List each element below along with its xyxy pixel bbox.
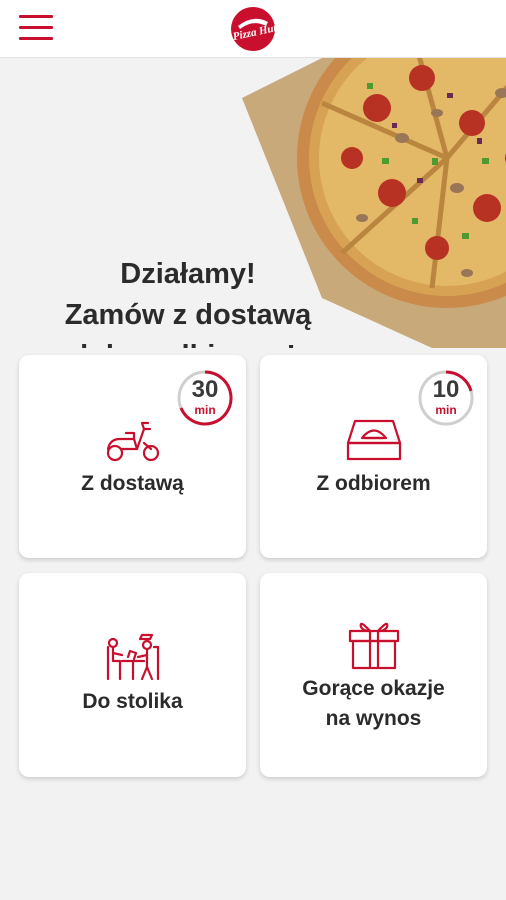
badge-value: 30 [191, 376, 219, 403]
scooter-icon [106, 421, 160, 462]
pizza-box-icon [346, 419, 402, 461]
headline-line: Działamy! [120, 258, 256, 290]
pizza-hut-logo[interactable]: Pizza Hut [230, 6, 276, 52]
table-label: Do stolika [82, 690, 183, 713]
takeaway-deals-card[interactable]: Gorące okazje na wynos [260, 573, 487, 777]
badge-value: 10 [432, 376, 460, 403]
hero-banner: Działamy! Zamów z dostawą lub z odbiorem… [0, 58, 506, 348]
gift-icon [348, 622, 400, 670]
delivery-label: Z dostawą [81, 472, 184, 495]
badge-unit: min [435, 403, 457, 417]
hero-headline: Działamy! Zamów z dostawą lub z odbiorem… [20, 254, 356, 348]
label-line: Gorące okazje [302, 677, 445, 700]
table-card[interactable]: Do stolika [19, 573, 246, 777]
delivery-time-badge: 30 min [176, 369, 234, 427]
pickup-label: Z odbiorem [316, 472, 431, 495]
label-line: na wynos [325, 707, 422, 730]
takeaway-deals-label: Gorące okazje na wynos [260, 674, 487, 734]
table-service-icon [106, 633, 160, 681]
pickup-time-badge: 10 min [417, 369, 475, 427]
menu-icon[interactable] [19, 15, 53, 41]
top-bar: Pizza Hut [0, 0, 506, 58]
pickup-card[interactable]: 10 min Z odbiorem [260, 355, 487, 558]
headline-line: Zamów z dostawą [64, 299, 312, 331]
headline-line: lub z odbiorem! [20, 336, 356, 348]
badge-unit: min [194, 403, 216, 417]
delivery-card[interactable]: 30 min Z dostawą [19, 355, 246, 558]
